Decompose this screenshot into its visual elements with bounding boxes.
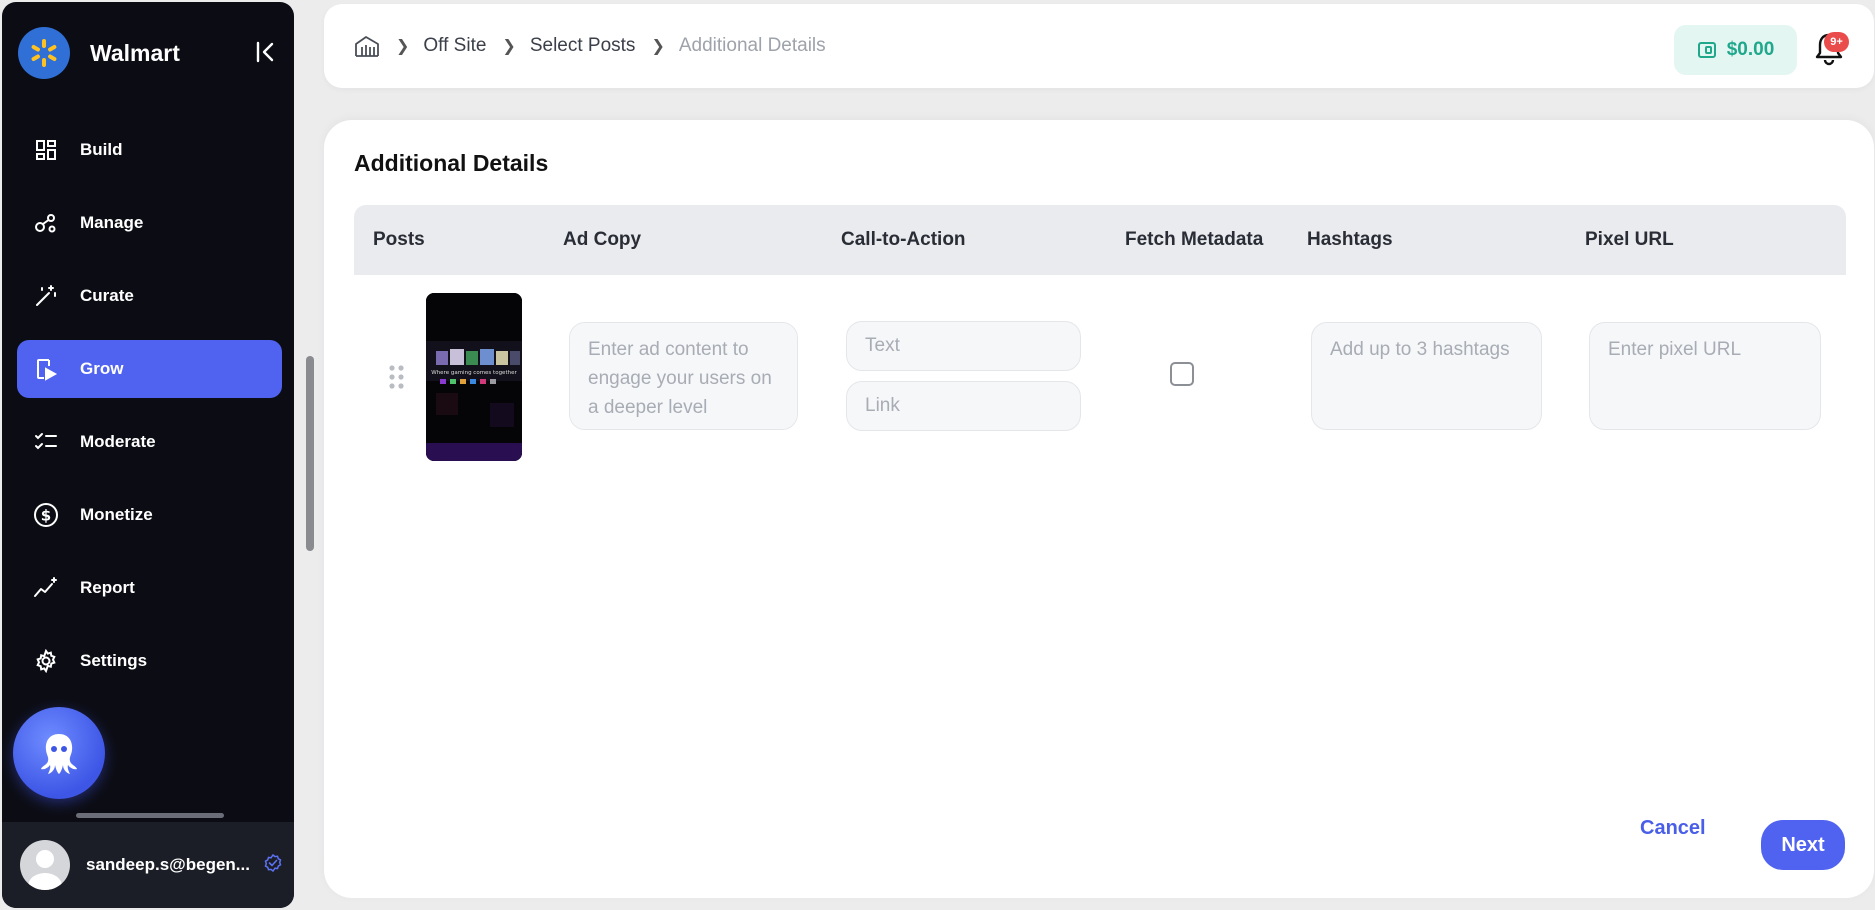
sidebar-item-label: Grow (80, 359, 124, 378)
dollar-circle-icon: $ (33, 502, 59, 528)
cta-text-input[interactable] (846, 321, 1081, 371)
octopus-icon (41, 734, 77, 774)
column-header-fetch-metadata: Fetch Metadata (1125, 229, 1264, 250)
sidebar-scrollbar[interactable] (76, 813, 224, 818)
checklist-icon (33, 429, 59, 455)
svg-text:$: $ (41, 507, 51, 525)
brand: Walmart (18, 27, 180, 79)
user-email: sandeep.s@begen... (86, 855, 250, 874)
pixel-url-input[interactable] (1589, 322, 1821, 430)
avatar (20, 840, 70, 890)
brand-name: Walmart (90, 39, 180, 66)
play-screen-icon (33, 356, 59, 382)
sidebar-item-build[interactable]: Build (17, 121, 282, 179)
cta-link-input[interactable] (846, 381, 1081, 431)
drag-handle-icon[interactable] (388, 364, 406, 390)
gear-icon (33, 648, 59, 674)
wallet-icon (1697, 41, 1717, 59)
wallet-amount: $0.00 (1726, 39, 1775, 60)
collapse-sidebar-button[interactable] (252, 38, 280, 66)
table-header: Posts Ad Copy Call-to-Action Fetch Metad… (354, 205, 1846, 275)
breadcrumb-separator-icon: ❯ (502, 38, 516, 55)
fetch-metadata-checkbox[interactable] (1170, 362, 1194, 386)
sidebar-item-label: Build (80, 140, 123, 159)
column-header-pixel-url: Pixel URL (1585, 229, 1674, 250)
sidebar-nav: Build Manage Curate Grow Moderate $ Mone… (17, 121, 282, 705)
sidebar-item-settings[interactable]: Settings (17, 632, 282, 690)
sidebar-item-moderate[interactable]: Moderate (17, 413, 282, 471)
assistant-chat-button[interactable] (13, 707, 105, 799)
top-header: ❯ Off Site ❯ Select Posts ❯ Additional D… (324, 4, 1874, 88)
home-icon[interactable] (354, 34, 380, 58)
additional-details-card: Additional Details Posts Ad Copy Call-to… (324, 120, 1874, 898)
cancel-button[interactable]: Cancel (1640, 817, 1706, 840)
post-thumbnail[interactable]: Where gaming comes together (426, 293, 522, 461)
nodes-icon (33, 210, 59, 236)
breadcrumb-separator-icon: ❯ (396, 38, 410, 55)
sidebar-item-label: Manage (80, 213, 144, 232)
column-header-posts: Posts (373, 229, 425, 250)
magic-wand-icon (33, 283, 59, 309)
grid-icon (33, 137, 59, 163)
sidebar-item-monetize[interactable]: $ Monetize (17, 486, 282, 544)
notification-count-badge: 9+ (1824, 32, 1849, 52)
page-title: Additional Details (354, 150, 549, 176)
post-thumb-caption: Where gaming comes together (431, 370, 517, 376)
sidebar-item-label: Settings (80, 651, 148, 670)
hashtags-input[interactable] (1311, 322, 1542, 430)
user-profile[interactable]: sandeep.s@begen... (2, 822, 294, 908)
collapse-left-icon (256, 41, 274, 63)
page-scrollbar[interactable] (306, 356, 314, 551)
sidebar-item-report[interactable]: Report (17, 559, 282, 617)
column-header-ad-copy: Ad Copy (563, 229, 642, 250)
sidebar-item-grow[interactable]: Grow (17, 340, 282, 398)
verified-badge-icon (264, 853, 282, 877)
wallet-balance-button[interactable]: $0.00 (1674, 25, 1797, 75)
sidebar-item-manage[interactable]: Manage (17, 194, 282, 252)
column-header-hashtags: Hashtags (1307, 229, 1393, 250)
trend-sparkle-icon (33, 575, 59, 601)
breadcrumb-separator-icon: ❯ (651, 38, 665, 55)
next-button[interactable]: Next (1761, 820, 1845, 870)
breadcrumb: ❯ Off Site ❯ Select Posts ❯ Additional D… (354, 4, 826, 88)
sidebar-item-curate[interactable]: Curate (17, 267, 282, 325)
sidebar: Walmart Build Manage Curate Grow Moderat… (2, 2, 294, 908)
breadcrumb-additional-details: Additional Details (678, 35, 826, 56)
column-header-call-to-action: Call-to-Action (841, 229, 966, 250)
breadcrumb-select-posts[interactable]: Select Posts (530, 35, 636, 57)
sidebar-item-label: Monetize (80, 505, 153, 524)
sidebar-item-label: Moderate (80, 432, 156, 451)
sidebar-item-label: Report (80, 578, 135, 597)
breadcrumb-off-site[interactable]: Off Site (423, 35, 486, 57)
walmart-spark-icon (18, 27, 70, 79)
ad-copy-input[interactable] (569, 322, 798, 430)
sidebar-item-label: Curate (80, 286, 134, 305)
